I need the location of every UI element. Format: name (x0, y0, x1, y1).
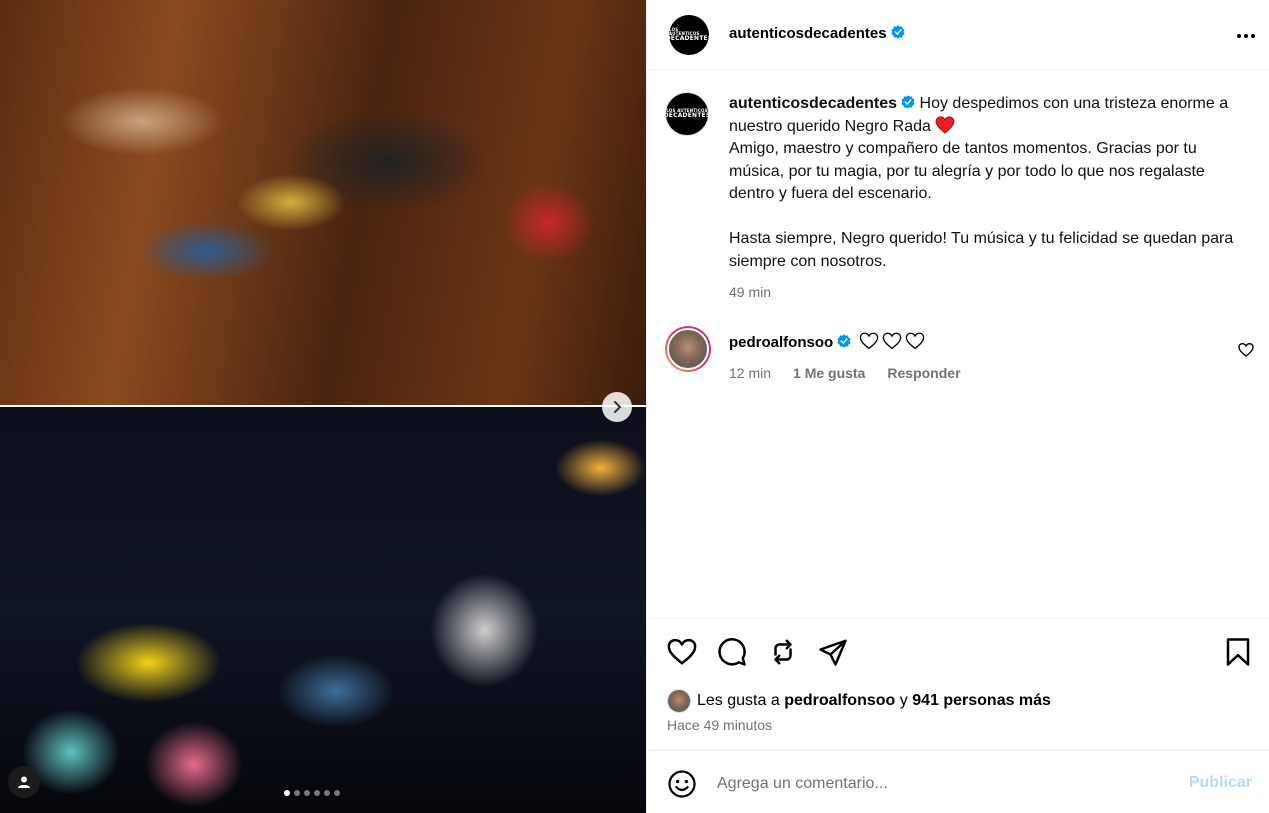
publish-button[interactable]: Publicar (1189, 774, 1252, 792)
white-heart-icon (859, 332, 878, 350)
commenter-username[interactable]: pedroalfonsoo (729, 334, 833, 351)
post-details-panel: LOS AUTENTICOS DECADENTES autenticosdeca… (646, 0, 1269, 813)
post-timestamp[interactable]: Hace 49 minutos (667, 717, 772, 733)
likes-connector: y (899, 692, 908, 709)
carousel-dot (294, 790, 300, 796)
comment-input[interactable] (717, 771, 1157, 797)
likes-summary[interactable]: Les gusta a pedroalfonsoo y 941 personas… (667, 689, 1051, 713)
comment-meta: 12 min 1 Me gusta Responder (729, 365, 961, 381)
likes-others-count[interactable]: 941 personas más (912, 692, 1051, 710)
bookmark-icon[interactable] (1223, 637, 1253, 667)
liker-avatar (667, 689, 691, 713)
add-comment-bar: Publicar (647, 750, 1269, 813)
white-heart-icon (882, 332, 901, 350)
liker-username[interactable]: pedroalfonsoo (784, 692, 895, 710)
carousel-dot (304, 790, 310, 796)
username-text: autenticosdecadentes (729, 25, 887, 42)
tagged-users-button[interactable] (8, 766, 40, 798)
comment-bubble-icon[interactable] (717, 637, 747, 667)
post-header: LOS AUTENTICOS DECADENTES autenticosdeca… (647, 0, 1269, 70)
band-concert-photo (0, 407, 646, 813)
caption-body: autenticosdecadentes Hoy despedimos con … (729, 93, 1249, 304)
post-media[interactable] (0, 0, 646, 813)
caption-username[interactable]: autenticosdecadentes (729, 95, 897, 112)
carousel-dots (284, 790, 340, 796)
avatar-text-bottom: DECADENTES (665, 35, 713, 42)
comment-item: pedroalfonsoo 12 min 1 Me gusta Responde… (665, 325, 1260, 385)
verified-badge-icon (890, 25, 905, 39)
post-author-username[interactable]: autenticosdecadentes (729, 25, 905, 42)
emoji-icon[interactable] (667, 769, 697, 799)
share-send-icon[interactable] (818, 637, 848, 667)
repost-icon[interactable] (768, 637, 798, 667)
verified-badge-icon (901, 95, 915, 109)
comment-time[interactable]: 12 min (729, 365, 771, 381)
more-options-button[interactable] (1236, 22, 1256, 45)
carousel-dot (314, 790, 320, 796)
carousel-dot (284, 790, 290, 796)
like-heart-icon[interactable] (667, 637, 697, 667)
avatar-text-bottom: DECADENTES (663, 112, 711, 119)
caption-line-2: Amigo, maestro y compañero de tantos mom… (729, 140, 1205, 202)
carousel-dot (324, 790, 330, 796)
caption-line-3: Hasta siempre, Negro querido! Tu música … (729, 230, 1234, 270)
reply-button[interactable]: Responder (887, 365, 960, 381)
carousel-dot (334, 790, 340, 796)
likes-prefix: Les gusta a (697, 692, 780, 709)
avatar[interactable]: LOS AUTENTICOS DECADENTES (666, 15, 712, 55)
user-icon (18, 776, 30, 788)
verified-badge-icon (837, 334, 851, 348)
white-heart-icon (905, 332, 924, 350)
commenter-avatar[interactable] (665, 326, 711, 372)
more-options-icon (1237, 34, 1255, 38)
caption-avatar[interactable]: LOS AUTENTICOS DECADENTES (663, 92, 711, 136)
comment-like-icon[interactable] (1238, 342, 1254, 358)
red-heart-icon (935, 115, 955, 134)
carousel-next-button[interactable] (602, 392, 632, 422)
comment-text: pedroalfonsoo (729, 332, 925, 352)
comment-likes-count[interactable]: 1 Me gusta (793, 365, 865, 381)
post-actions: Les gusta a pedroalfonsoo y 941 personas… (647, 618, 1269, 750)
chevron-right-icon (614, 401, 622, 413)
caption-time[interactable]: 49 min (729, 281, 1249, 304)
band-group-photo (0, 0, 646, 405)
